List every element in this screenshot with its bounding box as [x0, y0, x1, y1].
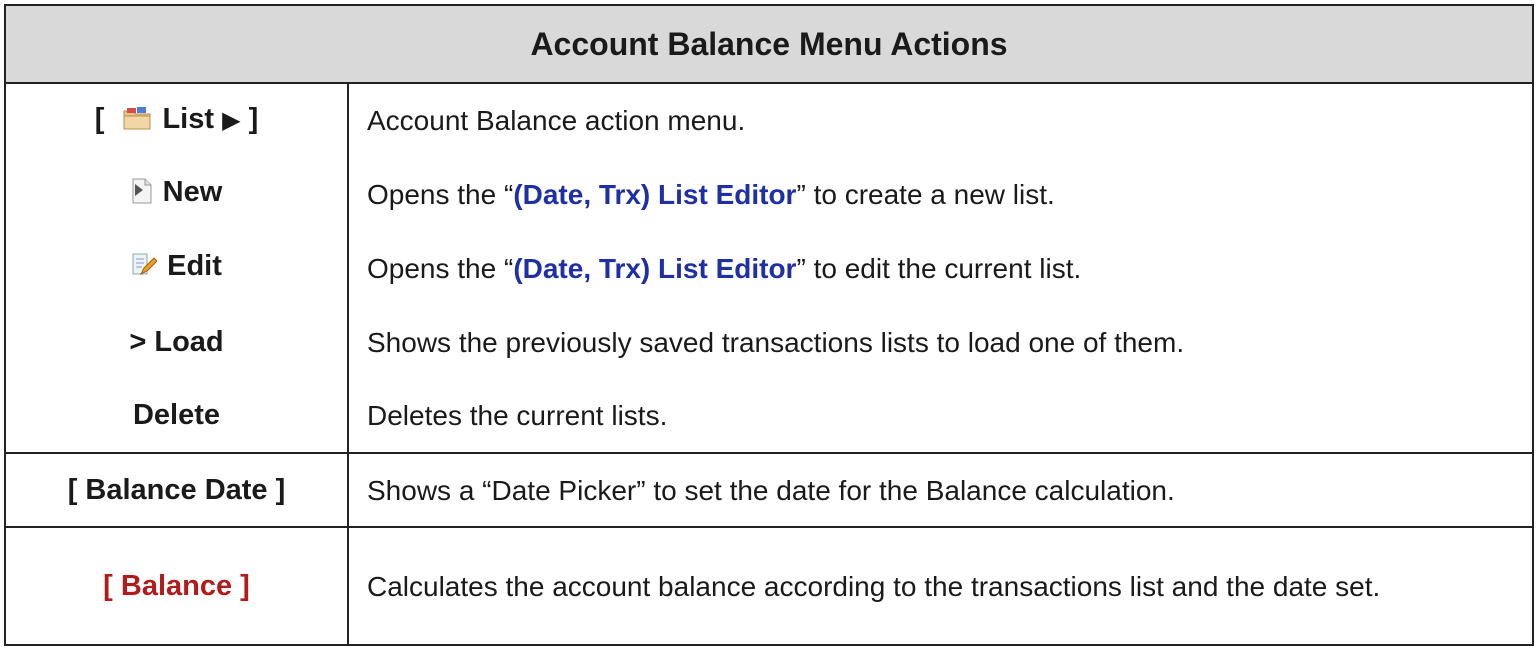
new-document-icon — [131, 178, 153, 212]
table-row-list: [ List ▶ ] Account Balance action menu. — [4, 82, 1534, 157]
desc-new-after: ” to create a new list. — [796, 178, 1055, 210]
key-bracket-open: [ — [94, 102, 105, 135]
table-row-load: > Load Shows the previously saved transa… — [4, 305, 1534, 379]
desc-new: Opens the “(Date, Trx) List Editor” to c… — [347, 157, 1534, 231]
desc-edit-after: ” to edit the current list. — [796, 252, 1082, 284]
key-bracket-close: ] — [248, 102, 259, 135]
desc-new-before: Opens the “ — [367, 178, 514, 210]
key-delete: Delete — [4, 379, 349, 454]
key-load: > Load — [4, 305, 349, 379]
key-list-label: List — [162, 102, 215, 135]
play-arrow-icon: ▶ — [222, 106, 241, 134]
table-row-edit: Edit Opens the “(Date, Trx) List Editor”… — [4, 231, 1534, 305]
table-row-delete: Delete Deletes the current lists. — [4, 379, 1534, 454]
edit-pencil-icon — [131, 252, 158, 286]
key-balance-date: [ Balance Date ] — [4, 452, 349, 528]
key-edit-label: Edit — [167, 250, 222, 282]
desc-edit: Opens the “(Date, Trx) List Editor” to e… — [347, 231, 1534, 305]
table-row-balance-date: [ Balance Date ] Shows a “Date Picker” t… — [4, 452, 1534, 528]
table-title-row: Account Balance Menu Actions — [4, 4, 1534, 84]
key-new: New — [4, 157, 349, 231]
menu-actions-table: Account Balance Menu Actions [ List ▶ ] … — [4, 4, 1534, 646]
desc-edit-highlight: (Date, Trx) List Editor — [513, 252, 797, 284]
folder-icon — [122, 105, 152, 139]
table-row-new: New Opens the “(Date, Trx) List Editor” … — [4, 157, 1534, 231]
desc-load: Shows the previously saved transactions … — [347, 305, 1534, 379]
desc-balance-date: Shows a “Date Picker” to set the date fo… — [347, 452, 1534, 528]
desc-edit-before: Opens the “ — [367, 252, 514, 284]
desc-delete: Deletes the current lists. — [347, 379, 1534, 454]
desc-new-highlight: (Date, Trx) List Editor — [513, 178, 797, 210]
key-balance: [ Balance ] — [4, 526, 349, 646]
table-row-balance: [ Balance ] Calculates the account balan… — [4, 526, 1534, 646]
key-edit: Edit — [4, 231, 349, 305]
key-new-label: New — [162, 176, 223, 208]
table-title: Account Balance Menu Actions — [4, 4, 1534, 84]
desc-balance: Calculates the account balance according… — [347, 526, 1534, 646]
key-list: [ List ▶ ] — [4, 82, 349, 157]
desc-list: Account Balance action menu. — [347, 82, 1534, 157]
